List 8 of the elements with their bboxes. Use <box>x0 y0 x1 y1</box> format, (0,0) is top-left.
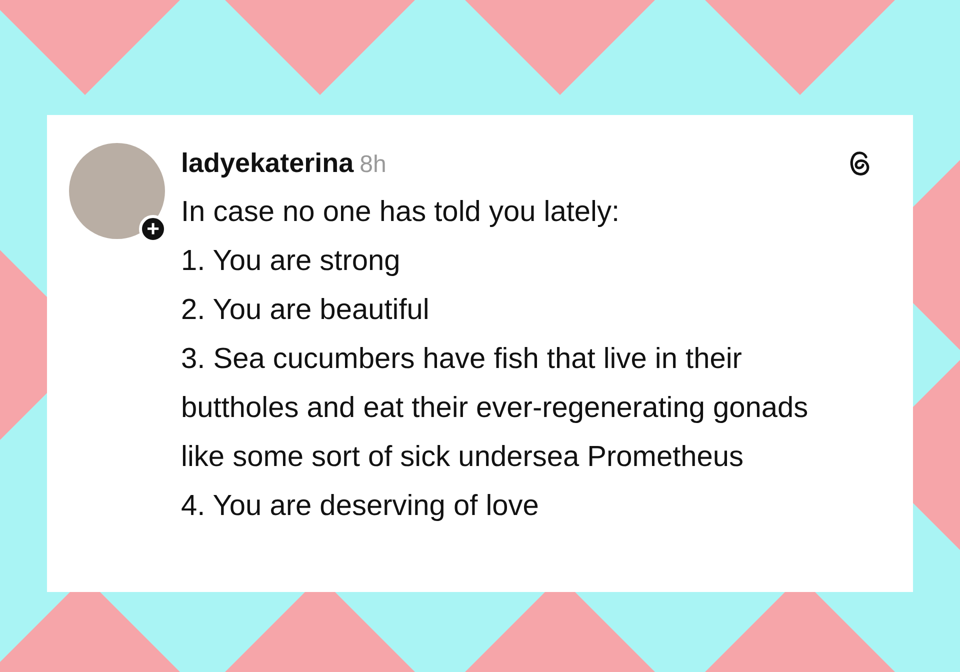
post-text-line: 3. Sea cucumbers have fish that live in their buttholes and eat their ever-regenerating gonads like some sort of sick undersea Prometheus <box>181 342 810 474</box>
post-text-line: 1. You are strong <box>181 244 402 278</box>
post-text-line: In case no one has told you lately: <box>181 194 621 230</box>
post-text-line: 2. You are beautiful <box>181 292 430 328</box>
post-text-line: 4. You are deserving of love <box>181 488 540 524</box>
post-time: 8h <box>360 151 386 178</box>
follow-button[interactable]: + <box>139 215 167 243</box>
username[interactable]: ladyekaterina <box>181 148 354 178</box>
